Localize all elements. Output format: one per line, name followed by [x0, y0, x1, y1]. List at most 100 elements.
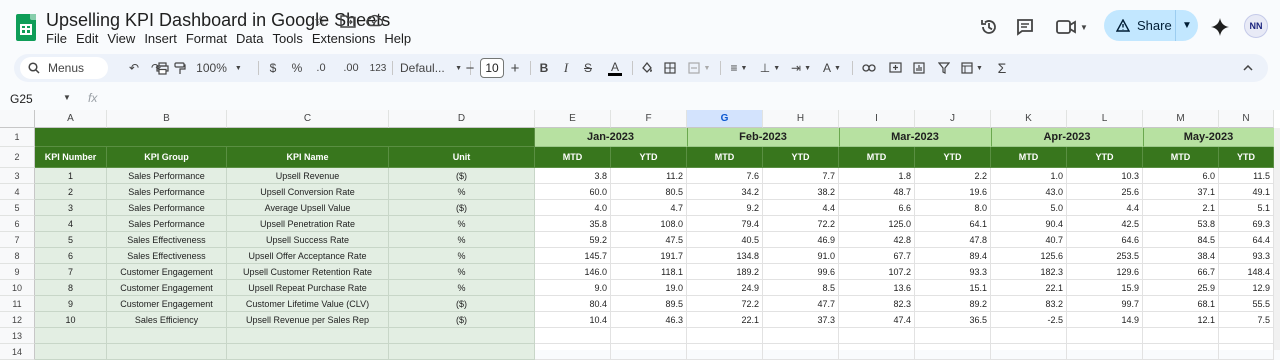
value-cell[interactable]: 25.6: [1067, 184, 1143, 200]
kpi-unit-cell[interactable]: %: [389, 184, 535, 200]
text-color-button[interactable]: A: [606, 58, 624, 78]
empty-cell[interactable]: [611, 328, 687, 344]
column-header-e[interactable]: E: [535, 110, 611, 128]
value-cell[interactable]: 89.2: [915, 296, 991, 312]
value-cell[interactable]: 7.6: [687, 168, 763, 184]
empty-cell[interactable]: [915, 328, 991, 344]
kpi-name-cell[interactable]: Upsell Customer Retention Rate: [227, 264, 389, 280]
column-header-h[interactable]: H: [763, 110, 839, 128]
value-cell[interactable]: 64.6: [1067, 232, 1143, 248]
value-cell[interactable]: 2.2: [915, 168, 991, 184]
mtd-header[interactable]: MTD: [839, 147, 915, 168]
kpi-number-cell[interactable]: 8: [35, 280, 107, 296]
empty-cell[interactable]: [1219, 328, 1274, 344]
value-cell[interactable]: 19.6: [915, 184, 991, 200]
value-cell[interactable]: 253.5: [1067, 248, 1143, 264]
value-cell[interactable]: 93.3: [1219, 248, 1274, 264]
insert-comment-icon[interactable]: [886, 58, 904, 78]
empty-cell[interactable]: [687, 328, 763, 344]
row-header-9[interactable]: 9: [0, 264, 35, 280]
insert-chart-icon[interactable]: [910, 58, 928, 78]
kpi-unit-cell[interactable]: %: [389, 216, 535, 232]
kpi-number-cell[interactable]: 1: [35, 168, 107, 184]
chevron-down-icon[interactable]: ▼: [63, 93, 71, 102]
empty-cell[interactable]: [389, 344, 535, 360]
column-header-g[interactable]: G: [687, 110, 763, 128]
kpi-group-cell[interactable]: Customer Engagement: [107, 264, 227, 280]
kpi-number-cell[interactable]: 7: [35, 264, 107, 280]
empty-cell[interactable]: [227, 344, 389, 360]
decrease-font-size-icon[interactable]: −: [463, 58, 477, 78]
value-cell[interactable]: 146.0: [535, 264, 611, 280]
kpi-number-cell[interactable]: 10: [35, 312, 107, 328]
increase-decimals-button[interactable]: .00: [340, 58, 362, 78]
mtd-header[interactable]: MTD: [535, 147, 611, 168]
mtd-header[interactable]: MTD: [687, 147, 763, 168]
empty-cell[interactable]: [839, 344, 915, 360]
row-header-8[interactable]: 8: [0, 248, 35, 264]
insert-link-icon[interactable]: [860, 58, 878, 78]
currency-format-button[interactable]: $: [266, 58, 280, 78]
empty-cell[interactable]: [535, 328, 611, 344]
undo-icon[interactable]: ↶: [126, 58, 142, 78]
kpi-name-cell[interactable]: Upsell Revenue per Sales Rep: [227, 312, 389, 328]
kpi-name-cell[interactable]: Upsell Success Rate: [227, 232, 389, 248]
menu-format[interactable]: Format: [186, 31, 233, 46]
kpi-name-cell[interactable]: Customer Lifetime Value (CLV): [227, 296, 389, 312]
row-header-13[interactable]: 13: [0, 328, 35, 344]
value-cell[interactable]: 66.7: [1143, 264, 1219, 280]
kpi-number-cell[interactable]: 3: [35, 200, 107, 216]
value-cell[interactable]: 129.6: [1067, 264, 1143, 280]
empty-cell[interactable]: [611, 344, 687, 360]
empty-cell[interactable]: [915, 344, 991, 360]
value-cell[interactable]: 49.1: [1219, 184, 1274, 200]
value-cell[interactable]: 34.2: [687, 184, 763, 200]
value-cell[interactable]: 7.7: [763, 168, 839, 184]
row-header-14[interactable]: 14: [0, 344, 35, 360]
ytd-header[interactable]: YTD: [1067, 147, 1143, 168]
value-cell[interactable]: 13.6: [839, 280, 915, 296]
horizontal-align-icon[interactable]: ≡ ▼: [726, 58, 752, 78]
ytd-header[interactable]: YTD: [1219, 147, 1274, 168]
version-history-icon[interactable]: [977, 15, 1001, 39]
kpi-unit-cell[interactable]: %: [389, 248, 535, 264]
value-cell[interactable]: 6.6: [839, 200, 915, 216]
menu-file[interactable]: File: [46, 31, 73, 46]
value-cell[interactable]: 7.5: [1219, 312, 1274, 328]
value-cell[interactable]: 5.1: [1219, 200, 1274, 216]
menu-data[interactable]: Data: [236, 31, 269, 46]
column-header-c[interactable]: C: [227, 110, 389, 128]
month-header[interactable]: Mar-2023: [839, 128, 991, 147]
avatar[interactable]: NN: [1244, 14, 1268, 38]
value-cell[interactable]: 15.1: [915, 280, 991, 296]
header-banner[interactable]: [35, 128, 535, 147]
menu-edit[interactable]: Edit: [76, 31, 104, 46]
value-cell[interactable]: 47.4: [839, 312, 915, 328]
value-cell[interactable]: 42.5: [1067, 216, 1143, 232]
row-header-4[interactable]: 4: [0, 184, 35, 200]
value-cell[interactable]: 1.8: [839, 168, 915, 184]
value-cell[interactable]: 64.4: [1219, 232, 1274, 248]
kpi-group-cell[interactable]: Sales Performance: [107, 216, 227, 232]
value-cell[interactable]: 145.7: [535, 248, 611, 264]
empty-cell[interactable]: [1219, 344, 1274, 360]
meet-icon[interactable]: ▼: [1055, 15, 1089, 39]
column-header-b[interactable]: B: [107, 110, 227, 128]
text-wrapping-icon[interactable]: ⇥ ▼: [788, 58, 814, 78]
value-cell[interactable]: 69.3: [1219, 216, 1274, 232]
select-all-corner[interactable]: [0, 110, 35, 128]
increase-font-size-icon[interactable]: +: [508, 58, 522, 78]
value-cell[interactable]: 60.0: [535, 184, 611, 200]
value-cell[interactable]: 25.9: [1143, 280, 1219, 296]
kpi-unit-cell[interactable]: %: [389, 232, 535, 248]
value-cell[interactable]: 83.2: [991, 296, 1067, 312]
row-header-5[interactable]: 5: [0, 200, 35, 216]
ytd-header[interactable]: YTD: [915, 147, 991, 168]
fill-color-icon[interactable]: [638, 58, 656, 78]
month-header[interactable]: Feb-2023: [687, 128, 839, 147]
column-header-f[interactable]: F: [611, 110, 687, 128]
value-cell[interactable]: 38.2: [763, 184, 839, 200]
kpi-name-cell[interactable]: Average Upsell Value: [227, 200, 389, 216]
value-cell[interactable]: 53.8: [1143, 216, 1219, 232]
row-header-6[interactable]: 6: [0, 216, 35, 232]
